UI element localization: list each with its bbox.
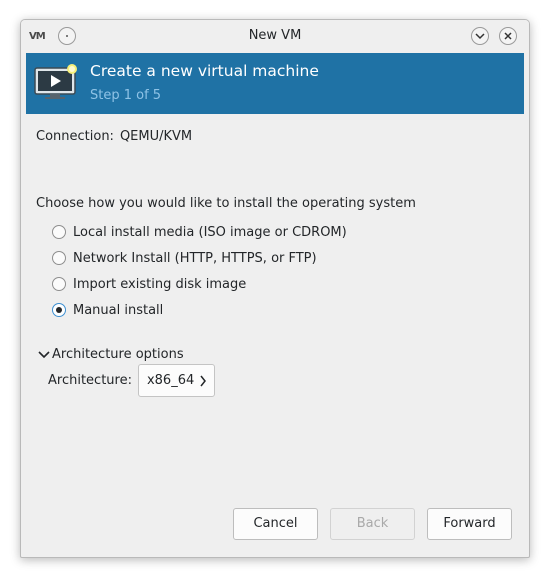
radio-import-disk[interactable]: Import existing disk image [52, 274, 246, 294]
radio-network-install[interactable]: Network Install (HTTP, HTTPS, or FTP) [52, 248, 317, 268]
install-method-heading: Choose how you would like to install the… [36, 196, 416, 211]
radio-label: Import existing disk image [73, 276, 247, 292]
expander-label: Architecture options [52, 347, 184, 362]
radio-label: Manual install [73, 302, 164, 318]
close-button[interactable] [499, 27, 517, 45]
back-button[interactable]: Back [330, 508, 415, 540]
architecture-value: x86_64 [146, 373, 195, 388]
header-banner: Create a new virtual machine Step 1 of 5 [26, 53, 524, 114]
step-indicator: Step 1 of 5 [90, 88, 162, 103]
monitor-play-icon [34, 64, 77, 99]
radio-label: Network Install (HTTP, HTTPS, or FTP) [73, 250, 317, 266]
minimize-button[interactable] [471, 27, 489, 45]
architecture-expander[interactable]: Architecture options [37, 347, 184, 362]
window-title: New VM [248, 28, 302, 43]
architecture-label: Architecture: [48, 373, 132, 388]
chevron-down-icon [38, 350, 50, 358]
chevron-down-icon [475, 33, 485, 40]
close-icon [504, 32, 512, 40]
radio-manual-install[interactable]: Manual install [52, 300, 163, 320]
connection-value: QEMU/KVM [119, 129, 193, 144]
connection-row: Connection: QEMU/KVM [36, 129, 192, 144]
cancel-button[interactable]: Cancel [233, 508, 318, 540]
radio-local-install[interactable]: Local install media (ISO image or CDROM) [52, 222, 347, 242]
header-title: Create a new virtual machine [90, 62, 319, 80]
radio-button-selected[interactable] [52, 303, 66, 317]
new-vm-dialog: VM New VM Create a new virtual machine S… [20, 19, 530, 558]
titlebar: VM New VM [21, 20, 529, 53]
forward-button[interactable]: Forward [427, 508, 512, 540]
connection-label: Connection: [36, 129, 114, 144]
radio-button[interactable] [52, 251, 66, 265]
chevron-right-icon [200, 375, 206, 387]
architecture-select[interactable]: x86_64 [137, 364, 215, 397]
radio-button[interactable] [52, 225, 66, 239]
architecture-row: Architecture: x86_64 [48, 364, 215, 397]
radio-label: Local install media (ISO image or CDROM) [73, 224, 347, 240]
radio-button[interactable] [52, 277, 66, 291]
